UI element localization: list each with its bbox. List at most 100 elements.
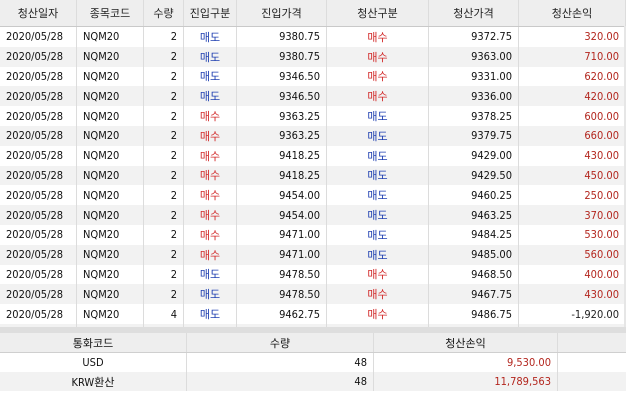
cell-pnl: 430.00	[519, 284, 626, 305]
trades-body: 2020/05/28 NQM20 2 매도 9380.75 매수 9372.75 320.00…	[0, 27, 626, 328]
cell-exit-price: 9331.00	[429, 66, 519, 87]
cell-entry-price: 9471.00	[237, 224, 327, 245]
table-row[interactable]: 2020/05/28 NQM20 2 매수 9418.25 매도 9429.00 430.00	[0, 145, 626, 166]
table-row[interactable]: 2020/05/28 NQM20 2 매도 9478.50 매수 9467.75 430.00	[0, 284, 626, 305]
cell-date: 2020/05/28	[0, 304, 77, 324]
cell-qty: 2	[144, 185, 184, 206]
col-header-exit-side[interactable]: 청산구분	[327, 0, 429, 26]
cell-qty: 2	[144, 125, 184, 146]
cell-exit-price: 9379.75	[429, 125, 519, 146]
table-row[interactable]: 2020/05/28 NQM20 2 매수 9471.00 매도 9485.00 560.00	[0, 244, 626, 265]
cell-exit-side: 매수	[327, 264, 429, 285]
cell-date: 2020/05/28	[0, 46, 77, 67]
cell-date: 2020/05/28	[0, 205, 77, 225]
cell-pnl: 620.00	[519, 66, 626, 87]
cell-exit-price: 9463.25	[429, 205, 519, 225]
cell-qty: 2	[144, 224, 184, 245]
table-row[interactable]: 2020/05/28 NQM20 2 매수 9363.25 매도 9379.75 660.00	[0, 125, 626, 146]
cell-exit-side: 매도	[327, 244, 429, 265]
cell-entry-side: 매수	[184, 224, 237, 245]
summary-row: KRW환산 48 11,789,563	[0, 372, 626, 391]
col-header-date[interactable]: 청산일자	[0, 0, 77, 26]
cell-qty: 2	[144, 27, 184, 47]
table-row[interactable]: 2020/05/28 NQM20 2 매도 9380.75 매수 9372.75 320.00	[0, 27, 626, 47]
cell-qty: 4	[144, 304, 184, 324]
cell-entry-side: 매수	[184, 185, 237, 206]
summary-cell-currency: USD	[0, 353, 187, 372]
cell-code: NQM20	[77, 224, 144, 245]
cell-date: 2020/05/28	[0, 165, 77, 186]
cell-date: 2020/05/28	[0, 224, 77, 245]
summary-cell-pnl: 9,530.00	[374, 353, 558, 372]
cell-pnl: 420.00	[519, 86, 626, 107]
table-row[interactable]: 2020/05/28 NQM20 2 매수 9454.00 매도 9460.25 250.00	[0, 185, 626, 206]
table-row[interactable]: 2020/05/28 NQM20 2 매도 9380.75 매수 9363.00 710.00	[0, 46, 626, 67]
cell-date: 2020/05/28	[0, 244, 77, 265]
cell-entry-side: 매도	[184, 66, 237, 87]
cell-exit-price: 9485.00	[429, 244, 519, 265]
cell-date: 2020/05/28	[0, 284, 77, 305]
summary-grid: 통화코드 수량 청산손익 USD 48 9,530.00 KRW환산 48 11,789,…	[0, 333, 626, 391]
cell-pnl: 400.00	[519, 264, 626, 285]
summary-col-qty: 수량	[187, 333, 374, 352]
cell-pnl: 320.00	[519, 27, 626, 47]
cell-exit-side: 매도	[327, 224, 429, 245]
cell-entry-side: 매도	[184, 264, 237, 285]
table-row[interactable]: 2020/05/28 NQM20 2 매수 9363.25 매도 9378.25 600.00	[0, 106, 626, 126]
trades-grid: 청산일자 종목코드 수량 진입구분 진입가격 청산구분 청산가격 청산손익 20…	[0, 0, 626, 328]
table-row[interactable]: 2020/05/28 NQM20 2 매수 9418.25 매도 9429.50 450.00	[0, 165, 626, 186]
cell-qty: 2	[144, 244, 184, 265]
cell-date: 2020/05/28	[0, 264, 77, 285]
cell-code: NQM20	[77, 106, 144, 126]
col-header-exit-price[interactable]: 청산가격	[429, 0, 519, 26]
summary-cell-empty	[558, 353, 626, 372]
summary-row: USD 48 9,530.00	[0, 353, 626, 372]
cell-date: 2020/05/28	[0, 185, 77, 206]
cell-exit-price: 9486.75	[429, 304, 519, 324]
cell-entry-price: 9478.50	[237, 264, 327, 285]
cell-pnl: -1,920.00	[519, 304, 626, 324]
cell-date: 2020/05/28	[0, 86, 77, 107]
cell-entry-price: 9454.00	[237, 185, 327, 206]
cell-entry-side: 매도	[184, 27, 237, 47]
cell-qty: 2	[144, 165, 184, 186]
table-row[interactable]: 2020/05/28 NQM20 2 매도 9346.50 매수 9331.00 620.00	[0, 66, 626, 87]
cell-code: NQM20	[77, 145, 144, 166]
col-header-entry-side[interactable]: 진입구분	[184, 0, 237, 26]
summary-col-pnl: 청산손익	[374, 333, 558, 352]
cell-pnl: 660.00	[519, 125, 626, 146]
cell-date: 2020/05/28	[0, 145, 77, 166]
cell-entry-price: 9363.25	[237, 106, 327, 126]
cell-code: NQM20	[77, 86, 144, 107]
cell-entry-price: 9478.50	[237, 284, 327, 305]
cell-exit-side: 매도	[327, 145, 429, 166]
cell-date: 2020/05/28	[0, 125, 77, 146]
cell-qty: 2	[144, 284, 184, 305]
table-row[interactable]: 2020/05/28 NQM20 2 매수 9454.00 매도 9463.25 370.00	[0, 205, 626, 225]
cell-exit-side: 매수	[327, 284, 429, 305]
cell-entry-side: 매수	[184, 244, 237, 265]
cell-exit-price: 9363.00	[429, 46, 519, 67]
cell-qty: 2	[144, 205, 184, 225]
col-header-pnl[interactable]: 청산손익	[519, 0, 626, 26]
col-header-code[interactable]: 종목코드	[77, 0, 144, 26]
cell-code: NQM20	[77, 185, 144, 206]
cell-entry-side: 매수	[184, 165, 237, 186]
summary-body: USD 48 9,530.00 KRW환산 48 11,789,563	[0, 353, 626, 391]
table-row[interactable]: 2020/05/28 NQM20 2 매도 9478.50 매수 9468.50 400.00	[0, 264, 626, 285]
summary-cell-currency: KRW환산	[0, 372, 187, 391]
cell-pnl: 530.00	[519, 224, 626, 245]
table-row[interactable]: 2020/05/28 NQM20 2 매수 9471.00 매도 9484.25 530.00	[0, 224, 626, 245]
table-row[interactable]: 2020/05/28 NQM20 2 매도 9346.50 매수 9336.00 420.00	[0, 86, 626, 107]
col-header-qty[interactable]: 수량	[144, 0, 184, 26]
cell-pnl: 710.00	[519, 46, 626, 67]
cell-entry-price: 9471.00	[237, 244, 327, 265]
cell-entry-price: 9454.00	[237, 205, 327, 225]
cell-entry-price: 9418.25	[237, 145, 327, 166]
cell-exit-side: 매수	[327, 66, 429, 87]
col-header-entry-price[interactable]: 진입가격	[237, 0, 327, 26]
summary-cell-qty: 48	[187, 372, 374, 391]
cell-code: NQM20	[77, 244, 144, 265]
table-row[interactable]: 2020/05/28 NQM20 4 매도 9462.75 매수 9486.75 -1,920…	[0, 304, 626, 324]
cell-entry-side: 매도	[184, 304, 237, 324]
